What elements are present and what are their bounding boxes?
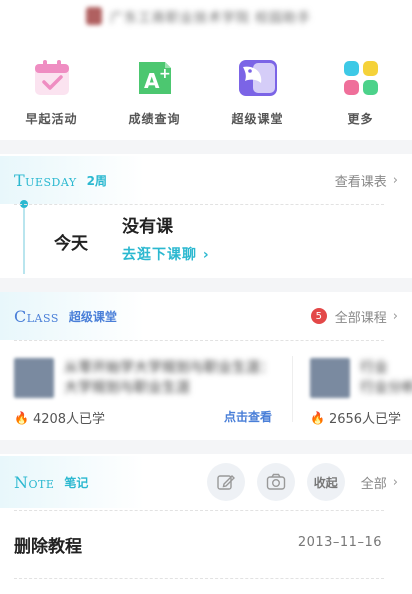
no-class-text: 没有课 — [122, 217, 173, 237]
class-title: Class — [14, 306, 59, 326]
timeline-line — [23, 208, 25, 274]
all-notes-link[interactable]: 全部 › — [361, 473, 398, 492]
weekday-title: Tuesday — [14, 170, 77, 190]
quick-action-early-rise[interactable]: 早起活动 — [0, 52, 103, 132]
note-title: Note — [14, 472, 55, 492]
divider — [14, 204, 384, 205]
week-number: 2周 — [86, 173, 107, 188]
edit-icon — [217, 475, 235, 490]
bird-book-icon — [236, 56, 280, 100]
note-item-date: 2013–11–16 — [297, 535, 382, 550]
all-courses-link[interactable]: 5 全部课程 › — [310, 307, 398, 326]
course-learners: 🔥 2656人已学 — [310, 408, 402, 428]
note-item-title[interactable]: 删除教程 — [14, 532, 82, 557]
quick-action-label: 超级课堂 — [231, 112, 284, 126]
card-divider — [292, 356, 293, 422]
collapse-button[interactable]: 收起 — [306, 463, 345, 501]
chevron-right-icon: › — [392, 172, 398, 188]
quick-action-label: 更多 — [347, 112, 374, 126]
divider — [14, 340, 384, 341]
collapse-label: 收起 — [313, 475, 338, 490]
app-logo — [86, 7, 102, 25]
schedule-header: Tuesday 2周 查看课表 › — [0, 156, 412, 204]
quick-action-more[interactable]: 更多 — [309, 52, 412, 132]
chevron-right-icon: › — [392, 308, 398, 324]
all-notes-label: 全部 — [360, 476, 387, 492]
super-class-title: 超级课堂 — [68, 309, 117, 324]
svg-text:A: A — [144, 69, 160, 93]
divider — [14, 578, 384, 579]
course-card[interactable]: 从零开始学大学规划与职业生涯： 大学规划与职业生涯 🔥 4208人已学 点击查看 — [0, 346, 290, 432]
course-title-line: 大学规划与职业生涯 — [64, 380, 190, 396]
chevron-right-icon: › — [392, 474, 398, 490]
view-timetable-label: 查看课表 — [334, 174, 387, 190]
grid-dots-icon — [339, 56, 383, 100]
today-label: 今天 — [54, 234, 88, 254]
all-courses-label: 全部课程 — [334, 310, 387, 326]
quick-action-grades[interactable]: A + 成绩查询 — [103, 52, 206, 132]
header-title-text: 广东工商职业技术学院 校园助手 — [110, 10, 312, 26]
note-subtitle: 笔记 — [64, 475, 89, 490]
course-title: 行业 行业分析 — [360, 358, 412, 398]
course-count-badge: 5 — [310, 308, 327, 324]
quick-action-label: 早起活动 — [25, 112, 78, 126]
edit-note-button[interactable] — [206, 463, 245, 501]
section-divider — [0, 278, 412, 292]
calendar-check-icon — [30, 56, 74, 100]
note-actions: 收起 全部 › — [206, 463, 398, 501]
course-learners: 🔥 4208人已学 — [14, 408, 106, 428]
quick-action-super-class[interactable]: 超级课堂 — [206, 52, 309, 132]
go-chat-link[interactable]: 去逛下课聊 › — [122, 244, 210, 264]
learner-count: 4208人已学 — [32, 412, 106, 427]
flame-icon: 🔥 — [310, 410, 325, 425]
learner-count: 2656人已学 — [328, 412, 402, 427]
course-teacher-avatar — [310, 358, 350, 398]
section-divider — [0, 440, 412, 454]
go-chat-label: 去逛下课聊 — [122, 247, 197, 263]
grade-a-plus-icon: A + — [133, 56, 177, 100]
course-title: 从零开始学大学规划与职业生涯： 大学规划与职业生涯 — [64, 358, 274, 398]
course-card[interactable]: 行业 行业分析 🔥 2656人已学 — [296, 346, 412, 432]
class-header: Class 超级课堂 5 全部课程 › — [0, 292, 412, 340]
note-header: Note 笔记 收起 全部 › — [0, 456, 412, 508]
course-title-line: 行业分析 — [360, 380, 412, 396]
camera-icon — [266, 473, 285, 490]
quick-action-label: 成绩查询 — [128, 112, 181, 126]
course-title-line: 行业 — [360, 360, 388, 376]
header-title: 广东工商职业技术学院 校园助手 — [86, 4, 326, 28]
view-course-button[interactable]: 点击查看 — [224, 408, 272, 425]
course-title-line: 从零开始学大学规划与职业生涯： — [64, 360, 274, 376]
view-timetable-link[interactable]: 查看课表 › — [335, 171, 398, 190]
flame-icon: 🔥 — [14, 410, 29, 425]
section-divider — [0, 140, 412, 154]
svg-text:+: + — [159, 66, 171, 82]
chevron-right-icon: › — [202, 247, 210, 263]
divider — [14, 510, 384, 511]
camera-button[interactable] — [256, 463, 295, 501]
quick-actions: 早起活动 A + 成绩查询 超级课堂 更多 — [0, 52, 412, 132]
course-teacher-avatar — [14, 358, 54, 398]
